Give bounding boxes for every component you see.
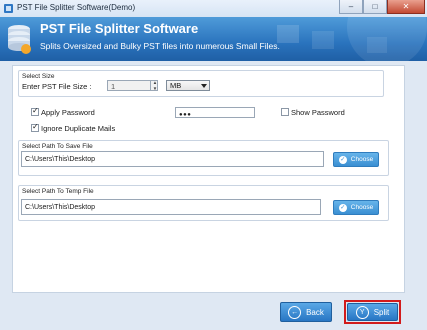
temp-path-legend: Select Path To Temp File <box>22 188 94 195</box>
maximize-button[interactable]: □ <box>363 0 387 14</box>
main-panel <box>12 65 405 293</box>
temp-path-input[interactable]: C:\Users\This\Desktop <box>21 199 321 215</box>
split-icon: Y <box>355 305 369 319</box>
app-heading: PST File Splitter Software <box>40 21 199 36</box>
spin-down-icon[interactable]: ▼ <box>151 86 159 92</box>
title-bar: PST File Splitter Software(Demo) – □ ✕ <box>0 0 427 18</box>
save-choose-button[interactable]: ✓ Choose <box>333 152 379 167</box>
save-choose-label: Choose <box>350 156 374 163</box>
temp-choose-button[interactable]: ✓ Choose <box>333 200 379 215</box>
app-icon <box>4 4 13 13</box>
save-path-input[interactable]: C:\Users\This\Desktop <box>21 151 324 167</box>
file-size-spinner[interactable]: ▲ ▼ <box>150 80 159 91</box>
size-group-legend: Select Size <box>22 73 55 80</box>
show-password-label: Show Password <box>291 108 345 117</box>
check-icon: ✓ <box>338 203 347 212</box>
arrow-left-icon: ← <box>288 305 302 319</box>
split-label: Split <box>373 307 390 317</box>
database-logo-icon <box>8 25 31 54</box>
ignore-duplicates-checkbox[interactable] <box>31 122 39 132</box>
temp-choose-label: Choose <box>350 204 374 211</box>
back-label: Back <box>306 307 324 317</box>
back-button[interactable]: ← Back <box>280 302 332 322</box>
app-subheading: Splits Oversized and Bulky PST files int… <box>40 41 280 51</box>
password-input[interactable]: ●●● <box>175 107 255 118</box>
password-mask: ●●● <box>179 112 192 118</box>
split-button[interactable]: Y Split <box>347 303 398 321</box>
window-title: PST File Splitter Software(Demo) <box>17 3 136 12</box>
minimize-button[interactable]: – <box>339 0 363 14</box>
file-size-label: Enter PST File Size : <box>22 82 92 91</box>
banner-decoration <box>277 17 427 61</box>
apply-password-checkbox[interactable] <box>31 106 39 116</box>
ignore-duplicates-label: Ignore Duplicate Mails <box>41 124 116 133</box>
size-unit-value: MB <box>170 81 182 90</box>
window-controls: – □ ✕ <box>339 0 425 15</box>
chevron-down-icon <box>201 84 207 88</box>
check-icon: ✓ <box>338 155 347 164</box>
size-unit-select[interactable]: MB <box>166 80 210 91</box>
header-banner: PST File Splitter Software Splits Oversi… <box>0 17 427 61</box>
apply-password-label: Apply Password <box>41 108 95 117</box>
save-path-legend: Select Path To Save File <box>22 143 93 150</box>
show-password-checkbox[interactable] <box>281 108 289 116</box>
close-button[interactable]: ✕ <box>387 0 425 14</box>
file-size-value: 1 <box>111 82 116 91</box>
